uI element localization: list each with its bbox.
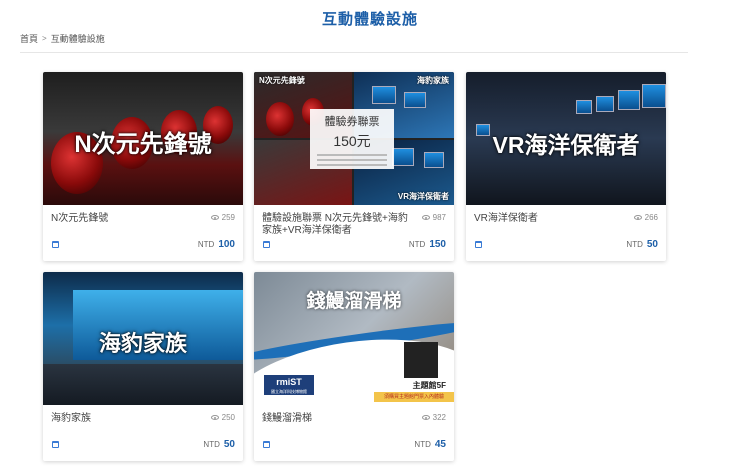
breadcrumb-home-link[interactable]: 首頁 xyxy=(20,32,38,45)
card-image[interactable]: VR海洋保衛者 xyxy=(466,72,666,205)
eye-icon xyxy=(421,415,430,420)
facility-card-combo-ticket[interactable]: N次元先鋒號 海豹家族 VR海洋保衛者 體驗券聯票 150元 體驗設施聯票 N次… xyxy=(254,72,454,261)
card-image-caption: 錢鰻溜滑梯 xyxy=(306,291,402,312)
price: NTD 100 xyxy=(197,239,235,250)
card-title[interactable]: 錢鰻溜滑梯 xyxy=(262,413,412,425)
card-image[interactable]: 錢鰻溜滑梯 rmiST 國立海洋科技博物館 主題館5F 須購買主題館門票入內體驗 xyxy=(254,272,454,405)
card-image-caption: N次元先鋒號 xyxy=(74,131,212,158)
notice-banner: 須購買主題館門票入內體驗 xyxy=(374,392,454,402)
nmmst-logo: rmiST 國立海洋科技博物館 xyxy=(264,375,314,395)
card-image[interactable]: N次元先鋒號 xyxy=(43,72,243,205)
card-image[interactable]: 海豹家族 xyxy=(43,272,243,405)
price: NTD 50 xyxy=(203,439,235,450)
calendar-icon[interactable] xyxy=(52,241,59,248)
calendar-icon[interactable] xyxy=(263,241,270,248)
card-title[interactable]: 海豹家族 xyxy=(51,413,201,425)
eye-icon xyxy=(210,415,219,420)
calendar-icon[interactable] xyxy=(52,441,59,448)
view-count: 322 xyxy=(421,413,446,422)
view-count: 987 xyxy=(421,213,446,222)
facility-card-vr-guardian[interactable]: VR海洋保衛者 VR海洋保衛者 266 NTD 50 xyxy=(466,72,666,261)
combo-label-vr: VR海洋保衛者 xyxy=(397,192,449,201)
eye-icon xyxy=(210,215,219,220)
facility-card-eel-slide[interactable]: 錢鰻溜滑梯 rmiST 國立海洋科技博物館 主題館5F 須購買主題館門票入內體驗 … xyxy=(254,272,454,461)
calendar-icon[interactable] xyxy=(263,441,270,448)
floor-label: 主題館5F xyxy=(412,381,446,390)
page-title: 互動體驗設施 xyxy=(321,11,418,28)
price: NTD 150 xyxy=(408,239,446,250)
eye-icon xyxy=(633,215,642,220)
facility-card-n-pioneer[interactable]: N次元先鋒號 N次元先鋒號 259 NTD 100 xyxy=(43,72,243,261)
eye-icon xyxy=(421,215,430,220)
view-count: 259 xyxy=(210,213,235,222)
breadcrumb: 首頁 > 互動體驗設施 xyxy=(20,32,105,45)
card-title[interactable]: 體驗設施聯票 N次元先鋒號+海豹家族+VR海洋保衛者 xyxy=(262,213,412,237)
card-title[interactable]: N次元先鋒號 xyxy=(51,213,201,225)
ticket-line1: 體驗券聯票 xyxy=(324,116,380,128)
card-image-caption: 海豹家族 xyxy=(98,331,187,356)
card-title[interactable]: VR海洋保衛者 xyxy=(474,213,624,225)
calendar-icon[interactable] xyxy=(475,241,482,248)
price: NTD 45 xyxy=(414,439,446,450)
facility-card-seal-family[interactable]: 海豹家族 海豹家族 250 NTD 50 xyxy=(43,272,243,461)
divider xyxy=(20,52,688,53)
combo-label-n: N次元先鋒號 xyxy=(259,76,305,85)
combo-label-seal: 海豹家族 xyxy=(417,76,449,85)
view-count: 266 xyxy=(633,213,658,222)
breadcrumb-current: 互動體驗設施 xyxy=(50,34,105,44)
card-image-caption: VR海洋保衛者 xyxy=(492,132,640,158)
price: NTD 50 xyxy=(626,239,658,250)
card-image[interactable]: N次元先鋒號 海豹家族 VR海洋保衛者 體驗券聯票 150元 xyxy=(254,72,454,205)
breadcrumb-separator: > xyxy=(42,34,47,43)
ticket-badge: 體驗券聯票 150元 xyxy=(310,109,394,169)
view-count: 250 xyxy=(210,413,235,422)
ticket-line2: 150元 xyxy=(333,133,371,149)
